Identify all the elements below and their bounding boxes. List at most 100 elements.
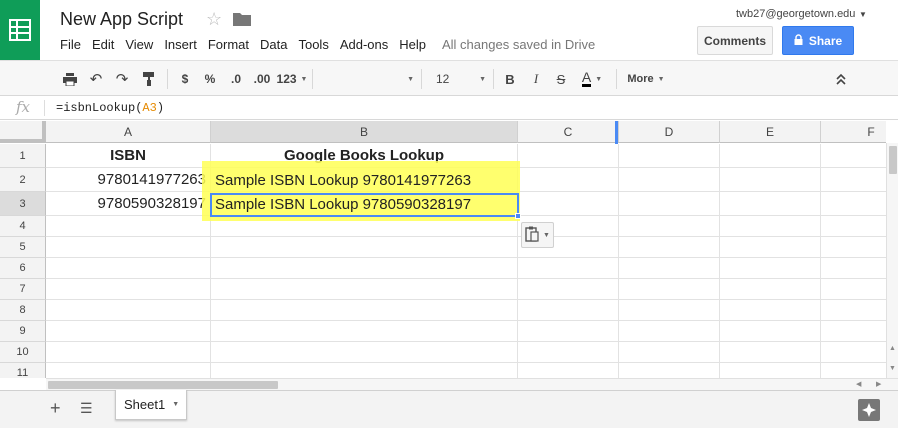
column-header-b[interactable]: B (211, 121, 518, 143)
column-header-a[interactable]: A (46, 121, 211, 143)
font-size-select[interactable]: 12 ▼ (430, 70, 486, 88)
menu-edit[interactable]: Edit (92, 37, 114, 53)
decrease-decimals-button[interactable]: .0 (227, 70, 245, 88)
row-header-7[interactable]: 7 (0, 279, 46, 300)
cell-a1[interactable]: ISBN (46, 144, 211, 168)
increase-decimals-button[interactable]: .00 (252, 70, 272, 88)
text-color-glyph: A (581, 69, 592, 87)
formula-input[interactable]: =isbnLookup(A3) (56, 101, 164, 115)
grid-row-line (46, 341, 886, 342)
grid-column-line (719, 144, 720, 378)
star-icon[interactable]: ☆ (206, 9, 222, 30)
horizontal-scroll-thumb[interactable] (48, 381, 278, 389)
row-header-10[interactable]: 10 (0, 342, 46, 363)
save-status[interactable]: All changes saved in Drive (442, 37, 595, 53)
undo-icon[interactable]: ↶ (88, 70, 104, 88)
explore-icon (862, 403, 876, 417)
app-header: New App Script ☆ File Edit View Insert F… (0, 0, 898, 60)
vertical-scroll-thumb[interactable] (889, 146, 897, 174)
scroll-up-icon[interactable]: ▲ (889, 345, 896, 352)
share-button[interactable]: Share (782, 26, 854, 55)
fill-handle[interactable] (515, 213, 521, 219)
frozen-columns-handle[interactable] (615, 121, 618, 144)
spreadsheet-grid[interactable]: A B C D E F 1 2 3 4 5 6 7 8 9 10 11 ISBN… (0, 121, 886, 378)
chevron-down-icon[interactable]: ▼ (859, 10, 867, 19)
column-header-d[interactable]: D (619, 121, 720, 143)
toolbar-divider (312, 69, 313, 89)
row-header-8[interactable]: 8 (0, 300, 46, 321)
percent-format-button[interactable]: % (203, 70, 217, 88)
column-header-c[interactable]: C (518, 121, 619, 143)
toolbar-divider (421, 69, 422, 89)
scroll-left-icon[interactable]: ◀ (856, 380, 861, 388)
more-toolbar-button[interactable]: More ▼ (624, 70, 668, 88)
scroll-right-icon[interactable]: ▶ (876, 380, 881, 388)
menu-data[interactable]: Data (260, 37, 287, 53)
grid-column-line (820, 144, 821, 378)
row-header-11[interactable]: 11 (0, 363, 46, 378)
chevron-down-icon: ▼ (543, 231, 550, 239)
row-header-2[interactable]: 2 (0, 168, 46, 192)
paste-options-button[interactable]: ▼ (521, 222, 554, 248)
account-email[interactable]: twb27@georgetown.edu (736, 8, 855, 20)
row-header-3[interactable]: 3 (0, 192, 46, 216)
cell-a3[interactable]: 9780590328197 (46, 192, 211, 216)
bold-button[interactable]: B (502, 70, 518, 88)
toolbar-divider (616, 69, 617, 89)
italic-button[interactable]: I (528, 70, 544, 88)
currency-format-button[interactable]: $ (178, 70, 192, 88)
horizontal-scrollbar[interactable]: ◀ ▶ (46, 378, 898, 390)
row-header-5[interactable]: 5 (0, 237, 46, 258)
chevron-down-icon: ▼ (407, 75, 414, 83)
add-sheet-button[interactable]: + (50, 398, 61, 419)
cell-b2[interactable]: Sample ISBN Lookup 9780141977263 (211, 168, 518, 192)
column-header-e[interactable]: E (720, 121, 821, 143)
menu-bar: File Edit View Insert Format Data Tools … (60, 37, 595, 53)
folder-icon[interactable] (233, 12, 251, 29)
row-header-1[interactable]: 1 (0, 144, 46, 168)
menu-tools[interactable]: Tools (298, 37, 328, 53)
menu-format[interactable]: Format (208, 37, 249, 53)
share-label: Share (808, 33, 843, 48)
toolbar: ↶ ↷ $ % .0 .00 123 ▼ ▼ 12 ▼ B I S A ▼ Mor… (0, 60, 898, 96)
fx-icon: fx (16, 98, 31, 116)
menu-addons[interactable]: Add-ons (340, 37, 388, 53)
sheets-logo[interactable] (0, 0, 40, 60)
grid-row-line (46, 236, 886, 237)
more-label: More (627, 73, 654, 85)
row-header-4[interactable]: 4 (0, 216, 46, 237)
redo-icon[interactable]: ↷ (114, 70, 130, 88)
menu-file[interactable]: File (60, 37, 81, 53)
collapse-toolbar-icon[interactable] (833, 70, 849, 88)
more-formats-button[interactable]: 123 ▼ (277, 70, 308, 88)
all-sheets-menu-icon[interactable]: ☰ (80, 400, 93, 417)
grid-row-line (46, 278, 886, 279)
row-header-6[interactable]: 6 (0, 258, 46, 279)
sheet-tab-label: Sheet1 (124, 397, 166, 412)
comments-button[interactable]: Comments (697, 26, 773, 55)
menu-insert[interactable]: Insert (164, 37, 197, 53)
vertical-scrollbar[interactable]: ▲ ▼ (886, 143, 898, 378)
document-title[interactable]: New App Script (60, 9, 183, 30)
grid-row-line (46, 320, 886, 321)
explore-button[interactable] (858, 399, 880, 421)
font-family-select[interactable]: ▼ (318, 70, 414, 88)
chevron-down-icon[interactable]: ▼ (172, 401, 179, 408)
menu-help[interactable]: Help (399, 37, 426, 53)
menu-view[interactable]: View (125, 37, 153, 53)
formula-bar: fx =isbnLookup(A3) (0, 96, 898, 120)
print-icon[interactable] (62, 70, 78, 88)
sheets-logo-icon (9, 19, 31, 41)
scroll-down-icon[interactable]: ▼ (889, 365, 896, 372)
paint-format-icon[interactable] (141, 70, 157, 88)
select-all-corner[interactable] (0, 121, 46, 143)
sheet-tab-sheet1[interactable]: Sheet1 ▼ (115, 390, 187, 420)
cell-a2[interactable]: 9780141977263 (46, 168, 211, 192)
strikethrough-button[interactable]: S (553, 70, 569, 88)
lock-icon (794, 33, 803, 48)
row-header-9[interactable]: 9 (0, 321, 46, 342)
column-header-f[interactable]: F (821, 121, 886, 143)
active-cell-selection[interactable] (210, 193, 519, 217)
text-color-button[interactable]: A ▼ (576, 70, 608, 88)
chevron-down-icon: ▼ (479, 75, 486, 83)
